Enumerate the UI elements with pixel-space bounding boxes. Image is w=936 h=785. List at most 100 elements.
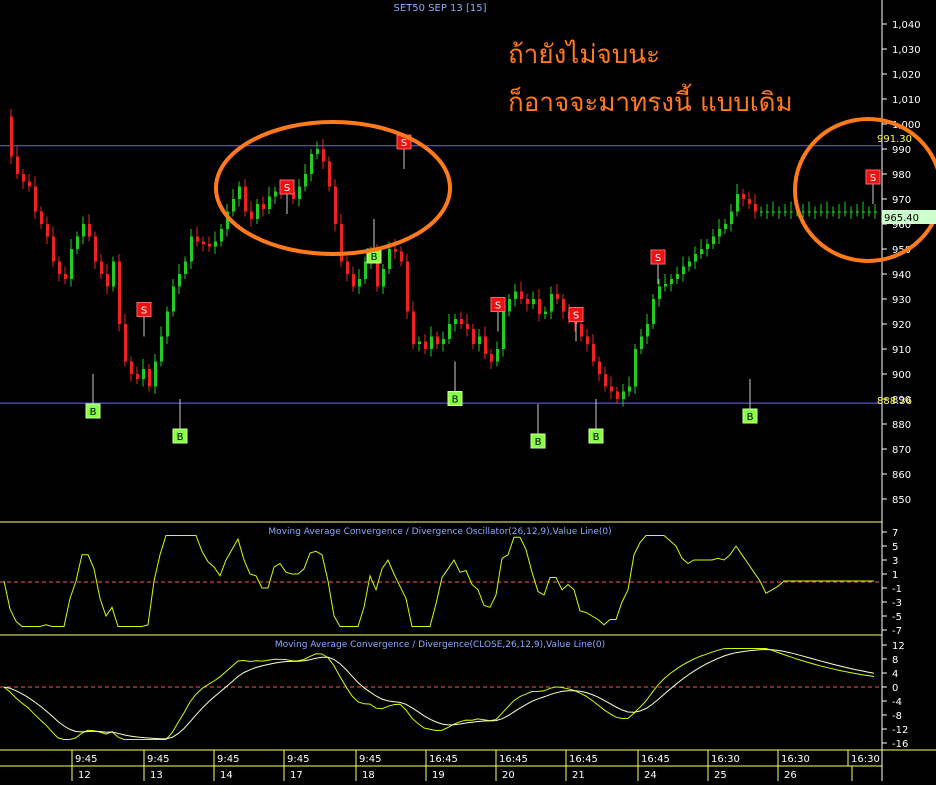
buy-marker-label: B — [177, 432, 184, 443]
xaxis-day-label: 18 — [362, 770, 375, 781]
osc-ytick-label: -5 — [892, 612, 902, 623]
candle-body — [538, 299, 541, 314]
candle-body — [322, 149, 325, 162]
candle-body — [238, 186, 241, 199]
buy-marker-label: B — [452, 395, 459, 406]
candle-body — [442, 339, 445, 344]
candle-body — [28, 181, 31, 187]
candle-body — [790, 211, 793, 213]
candle-body — [508, 299, 511, 312]
candle-body — [214, 241, 217, 247]
osc-ytick-label: -1 — [892, 584, 902, 595]
xaxis-day-label: 20 — [502, 770, 515, 781]
candle-body — [562, 299, 565, 312]
price-ytick-label: 900 — [892, 370, 911, 381]
price-ytick-label: 990 — [892, 145, 911, 156]
candle-body — [604, 374, 607, 387]
candle-body — [148, 369, 151, 387]
xaxis-day-label: 25 — [714, 770, 727, 781]
xaxis-time-label: 16:30 — [851, 754, 880, 765]
price-ytick-label: 930 — [892, 295, 911, 306]
candle-body — [352, 274, 355, 287]
candle-body — [448, 324, 451, 339]
candle-body — [634, 349, 637, 387]
osc-panel-title: Moving Average Convergence / Divergence … — [268, 527, 611, 537]
candle-body — [778, 211, 781, 213]
candle-body — [262, 204, 265, 209]
candle-body — [40, 211, 43, 224]
candle-body — [820, 211, 823, 213]
xaxis-time-label: 16:30 — [711, 754, 740, 765]
price-ytick-label: 970 — [892, 195, 911, 206]
candle-body — [106, 274, 109, 287]
macd-ytick-label: -8 — [892, 711, 902, 722]
xaxis-day-label: 17 — [290, 770, 303, 781]
macd-ytick-label: -12 — [892, 725, 908, 736]
candle-body — [610, 386, 613, 392]
chart-container: SET50 SEP 13 [15] 1,040 1,030 1,020 1,010 1,… — [0, 0, 936, 781]
candle-body — [808, 211, 811, 213]
candle-body — [166, 311, 169, 337]
candle-body — [502, 311, 505, 349]
candle-body — [34, 186, 37, 212]
candle-body — [616, 391, 619, 399]
candle-body — [622, 391, 625, 399]
osc-ytick-label: 1 — [892, 570, 898, 581]
candle-body — [70, 249, 73, 279]
macd-ytick-label: 8 — [892, 655, 898, 666]
candle-body — [412, 311, 415, 344]
candle-body — [250, 211, 253, 219]
candle-body — [88, 224, 91, 237]
candle-body — [766, 211, 769, 213]
candle-body — [382, 269, 385, 287]
candle-body — [592, 344, 595, 362]
candle-body — [706, 244, 709, 249]
candle-body — [130, 361, 133, 374]
resistance-label: 991.30 — [877, 134, 912, 145]
price-ytick-label: 1,040 — [892, 20, 921, 31]
candle-body — [310, 154, 313, 174]
candle-body — [586, 336, 589, 344]
osc-ytick-label: 3 — [892, 556, 898, 567]
candle-body — [418, 341, 421, 344]
candle-body — [472, 329, 475, 344]
candle-body — [406, 261, 409, 312]
osc-ytick-label: -3 — [892, 598, 902, 609]
price-ytick-label: 1,020 — [892, 70, 921, 81]
candle-body — [358, 279, 361, 287]
macd-ytick-label: -16 — [892, 739, 908, 750]
xaxis-time-label: 9:45 — [75, 754, 97, 765]
price-ytick-label: 1,010 — [892, 95, 921, 106]
candle-body — [832, 211, 835, 213]
candle-body — [826, 211, 829, 213]
candle-body — [208, 244, 211, 247]
xaxis-time-label: 9:45 — [147, 754, 169, 765]
candle-body — [478, 336, 481, 344]
candle-body — [10, 116, 13, 157]
candle-body — [802, 211, 805, 213]
macd-ytick-label: -4 — [892, 697, 902, 708]
candle-body — [712, 236, 715, 244]
candle-body — [724, 224, 727, 229]
price-ytick-label: 860 — [892, 470, 911, 481]
candle-body — [172, 286, 175, 312]
sell-marker-label: S — [573, 311, 579, 322]
candle-body — [346, 261, 349, 274]
sell-marker-label: S — [870, 173, 876, 184]
chart-title: SET50 SEP 13 [15] — [394, 3, 487, 14]
osc-ytick-label: 7 — [892, 528, 898, 539]
xaxis-day-label: 14 — [220, 770, 233, 781]
candle-body — [178, 274, 181, 287]
osc-ytick-label: -7 — [892, 626, 902, 637]
sell-marker-label: S — [401, 138, 407, 149]
candle-body — [664, 284, 667, 287]
xaxis-time-label: 16:45 — [429, 754, 458, 765]
candle-body — [484, 336, 487, 354]
candle-body — [466, 324, 469, 329]
candle-body — [112, 261, 115, 287]
candle-body — [688, 261, 691, 267]
candle-body — [190, 236, 193, 262]
xaxis-day-label: 13 — [150, 770, 163, 781]
price-ytick-label: 1,030 — [892, 45, 921, 56]
candle-body — [838, 211, 841, 213]
